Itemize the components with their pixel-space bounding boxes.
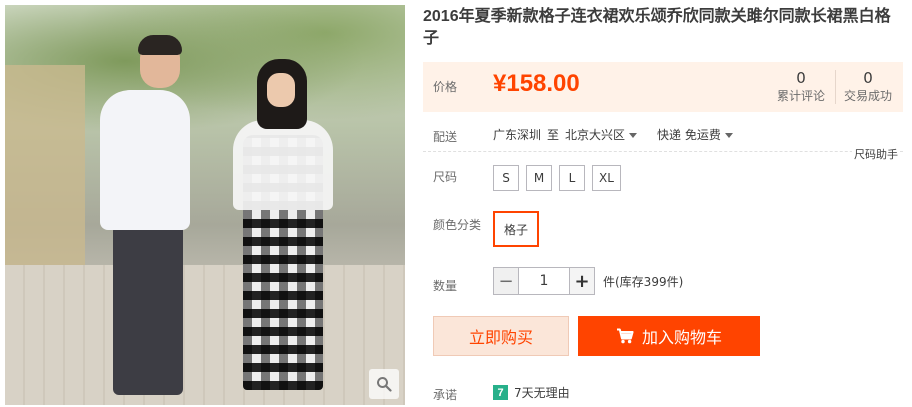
shipping-row: 广东深圳 至 北京大兴区 快递 免运费 <box>493 126 733 143</box>
size-label: 尺码 <box>433 170 458 184</box>
size-options: S M L XL <box>493 165 621 191</box>
ship-to: 北京大兴区 <box>565 128 626 142</box>
ship-method-select[interactable]: 快递 免运费 <box>657 126 733 143</box>
price-label: 价格 <box>433 80 458 94</box>
ship-method: 快递 免运费 <box>657 128 721 142</box>
size-option-s[interactable]: S <box>493 165 519 191</box>
size-option-xl[interactable]: XL <box>592 165 621 191</box>
color-options: 格子 <box>493 211 540 247</box>
reviews-count: 0 <box>796 69 806 87</box>
add-to-cart-button[interactable]: 加入购物车 <box>578 316 760 356</box>
chevron-down-icon <box>724 133 733 138</box>
chevron-down-icon <box>629 133 638 138</box>
size-help-link[interactable]: 尺码助手 <box>852 146 900 162</box>
sales-stat: 0 交易成功 <box>835 68 901 104</box>
photo-woman-face <box>267 73 295 107</box>
shipping-label: 配送 <box>433 130 458 144</box>
sales-label: 交易成功 <box>843 89 892 103</box>
promise-row: 7 7天无理由 <box>493 384 570 401</box>
ship-to-word: 至 <box>547 128 560 142</box>
divider <box>423 151 903 152</box>
promise-text[interactable]: 7天无理由 <box>514 384 570 401</box>
sales-count: 0 <box>863 69 873 87</box>
product-info-panel: 2016年夏季新款格子连衣裙欢乐颂乔欣同款关雎尔同款长裙黑白格子 价格 ¥158… <box>423 0 908 407</box>
seven-day-badge-icon: 7 <box>493 385 508 400</box>
reviews-label: 累计评论 <box>776 89 825 103</box>
product-main-image[interactable] <box>5 5 405 405</box>
quantity-label: 数量 <box>433 279 458 293</box>
reviews-stat[interactable]: 0 累计评论 <box>768 68 834 104</box>
photo-woman-cardigan <box>233 120 333 210</box>
product-title: 2016年夏季新款格子连衣裙欢乐颂乔欣同款关雎尔同款长裙黑白格子 <box>423 8 891 47</box>
quantity-stepper: − + 件(库存399件) <box>493 267 683 295</box>
photo-pavement <box>5 265 405 405</box>
quantity-input[interactable] <box>519 267 569 295</box>
ship-to-select[interactable]: 北京大兴区 <box>565 126 638 143</box>
photo-man-body <box>100 90 190 230</box>
cart-icon <box>616 328 634 344</box>
price-value: ¥158.00 <box>493 70 580 97</box>
photo-man-hair <box>138 35 182 55</box>
color-option-selected[interactable]: 格子 <box>493 211 540 247</box>
buy-now-button[interactable]: 立即购买 <box>433 316 569 356</box>
search-icon[interactable] <box>369 369 399 399</box>
stock-info: 件(库存399件) <box>603 274 684 289</box>
photo-man-legs <box>113 225 183 395</box>
color-label: 颜色分类 <box>433 218 482 232</box>
quantity-plus-button[interactable]: + <box>569 267 595 295</box>
promise-label: 承诺 <box>433 388 458 402</box>
add-to-cart-label: 加入购物车 <box>641 328 722 347</box>
quantity-minus-button[interactable]: − <box>493 267 519 295</box>
size-option-l[interactable]: L <box>559 165 585 191</box>
price-box: 价格 ¥158.00 0 累计评论 0 交易成功 <box>423 62 903 112</box>
ship-from: 广东深圳 <box>493 128 542 142</box>
size-option-m[interactable]: M <box>526 165 552 191</box>
